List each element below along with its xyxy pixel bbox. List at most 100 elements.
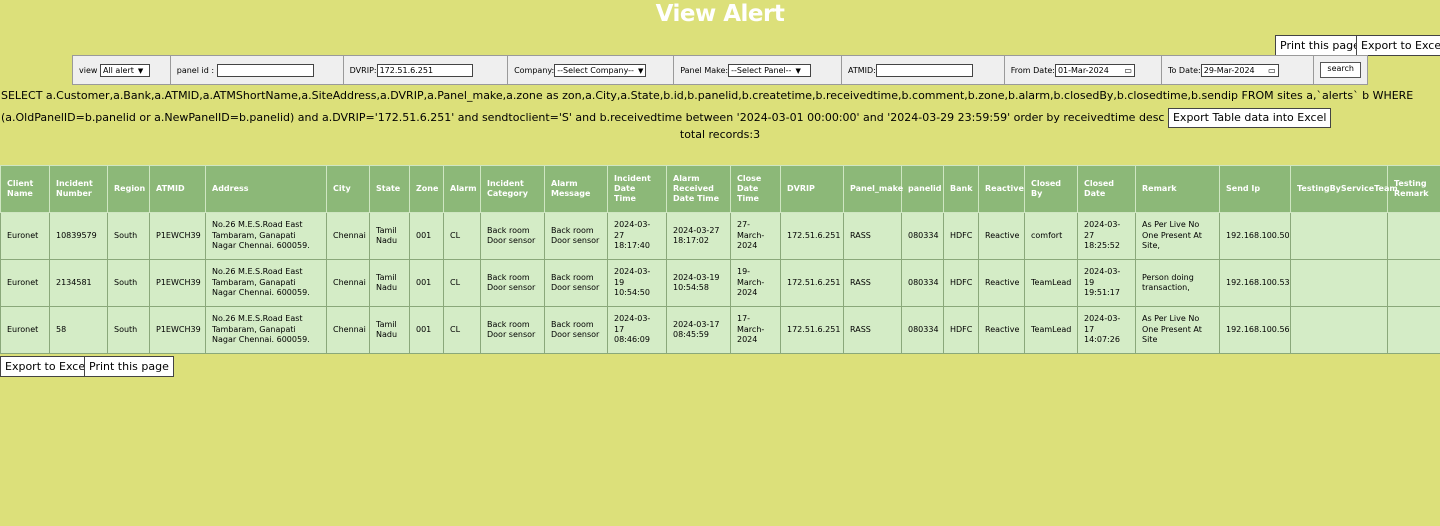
table-cell: RASS <box>843 259 902 307</box>
view-select[interactable]: All alert ▼ <box>99 63 150 77</box>
table-cell: Reactive <box>978 306 1025 354</box>
from-date-label: From Date: <box>1010 65 1055 75</box>
table-row: Euronet 58 South P1EWCH39 No.26 M.E.S.Road E… <box>0 306 1440 354</box>
table-cell: RASS <box>843 212 902 260</box>
table-cell: 27-March-2024 <box>730 212 781 260</box>
table-cell: HDFC <box>943 259 979 307</box>
column-header: Zone <box>409 165 444 213</box>
table-cell: Tamil Nadu <box>369 259 410 307</box>
column-header: Closed By <box>1024 165 1078 213</box>
page-title: View Alert <box>655 1 785 27</box>
table-cell: CL <box>443 306 481 354</box>
table-cell: TeamLead <box>1024 306 1078 354</box>
export-excel-button-bottom[interactable]: Export to Excel <box>0 356 94 377</box>
export-table-button[interactable]: Export Table data into Excel <box>1167 108 1332 128</box>
table-cell: Back room Door sensor <box>480 306 545 354</box>
table-cell <box>1290 306 1388 354</box>
table-cell: 10839579 <box>49 212 108 260</box>
from-date-input[interactable]: 01-Mar-2024 ▭ <box>1054 63 1135 77</box>
column-header: Send Ip <box>1219 165 1291 213</box>
table-cell: 172.51.6.251 <box>780 212 844 260</box>
panel-id-filter-cell: panel id : <box>169 55 344 85</box>
search-button[interactable]: search <box>1320 62 1361 78</box>
company-select[interactable]: --Select Company-- ▼ <box>554 63 647 77</box>
dvrip-label: DVRIP: <box>349 65 377 75</box>
table-cell: No.26 M.E.S.Road East Tambaram, Ganapati… <box>205 259 327 307</box>
calendar-icon[interactable]: ▭ <box>1124 65 1132 76</box>
to-date-input[interactable]: 29-Mar-2024 ▭ <box>1200 63 1279 77</box>
table-cell: Tamil Nadu <box>369 212 410 260</box>
table-cell: Tamil Nadu <box>369 306 410 354</box>
column-header: Incident Number <box>49 165 108 213</box>
table-cell: Back room Door sensor <box>480 259 545 307</box>
table-cell: As Per Live No One Present At Site, <box>1135 212 1220 260</box>
calendar-icon[interactable]: ▭ <box>1268 65 1276 76</box>
table-cell <box>1387 259 1440 307</box>
table-row: Euronet 10839579 South P1EWCH39 No.26 M.E.S.… <box>0 212 1440 260</box>
table-cell: 080334 <box>901 306 944 354</box>
column-header: Closed Date <box>1077 165 1136 213</box>
table-cell: As Per Live No One Present At Site <box>1135 306 1220 354</box>
table-cell <box>1290 212 1388 260</box>
table-cell: 172.51.6.251 <box>780 259 844 307</box>
panel-id-label: panel id : <box>176 65 215 75</box>
print-page-button-top[interactable]: Print this page <box>1275 35 1365 56</box>
to-date-label: To Date: <box>1167 65 1201 75</box>
search-cell: search <box>1313 55 1368 85</box>
table-cell: CL <box>443 212 481 260</box>
table-cell: 2024-03-17 08:46:09 <box>607 306 667 354</box>
table-cell <box>1290 259 1388 307</box>
table-cell: 2024-03-17 08:45:59 <box>666 306 731 354</box>
view-filter-cell: view All alert ▼ <box>72 55 171 85</box>
table-cell: Euronet <box>0 259 50 307</box>
dvrip-input[interactable]: 172.51.6.251 <box>376 63 473 77</box>
column-header: Reactive <box>978 165 1025 213</box>
panel-make-label: Panel Make: <box>680 65 729 75</box>
chevron-down-icon: ▼ <box>795 66 801 75</box>
atmid-input[interactable] <box>875 63 973 77</box>
table-cell: CL <box>443 259 481 307</box>
table-cell: P1EWCH39 <box>149 259 206 307</box>
table-cell: 19-March-2024 <box>730 259 781 307</box>
table-cell: 172.51.6.251 <box>780 306 844 354</box>
column-header: Alarm Received Date Time <box>666 165 731 213</box>
view-label: view <box>79 65 98 75</box>
table-cell: Back room Door sensor <box>544 259 608 307</box>
table-cell: Euronet <box>0 212 50 260</box>
table-cell: Reactive <box>978 259 1025 307</box>
table-cell: No.26 M.E.S.Road East Tambaram, Ganapati… <box>205 306 327 354</box>
column-header: Remark <box>1135 165 1220 213</box>
table-cell: 080334 <box>901 259 944 307</box>
dvrip-filter-cell: DVRIP: 172.51.6.251 <box>342 55 509 85</box>
table-cell: 192.168.100.53 <box>1219 259 1291 307</box>
company-label: Company: <box>514 65 555 75</box>
column-header: Alarm <box>443 165 481 213</box>
column-header: Testing Remark <box>1387 165 1440 213</box>
table-cell: P1EWCH39 <box>149 306 206 354</box>
panel-make-select[interactable]: --Select Panel-- ▼ <box>728 63 812 77</box>
print-page-button-bottom[interactable]: Print this page <box>84 356 174 377</box>
table-cell: 192.168.100.56 <box>1219 306 1291 354</box>
table-cell: 2024-03-19 10:54:50 <box>607 259 667 307</box>
atmid-filter-cell: ATMID: <box>841 55 1005 85</box>
alerts-table: Client Name Incident Number Region ATMID Add… <box>0 165 1440 354</box>
table-cell: 2024-03-27 18:17:02 <box>666 212 731 260</box>
table-cell: 2024-03-19 10:54:58 <box>666 259 731 307</box>
export-excel-button-top[interactable]: Export to Excel <box>1356 35 1440 56</box>
from-date-filter-cell: From Date: 01-Mar-2024 ▭ <box>1003 55 1162 85</box>
table-cell: 58 <box>49 306 108 354</box>
column-header: Bank <box>943 165 979 213</box>
panel-id-input[interactable] <box>216 63 314 77</box>
column-header: City <box>326 165 370 213</box>
table-row: Euronet 2134581 South P1EWCH39 No.26 M.E.S.R… <box>0 259 1440 307</box>
table-cell: HDFC <box>943 306 979 354</box>
table-cell: comfort <box>1024 212 1078 260</box>
column-header: TestingByServiceTeam <box>1290 165 1398 213</box>
sql-query-block: SELECT a.Customer,a.Bank,a.ATMID,a.ATMSh… <box>1 85 1437 129</box>
table-cell: TeamLead <box>1024 259 1078 307</box>
atmid-label: ATMID: <box>848 65 876 75</box>
column-header: Close Date Time <box>730 165 781 213</box>
table-body: Euronet 10839579 South P1EWCH39 No.26 M.E.S.… <box>0 212 1440 354</box>
table-cell: Back room Door sensor <box>544 306 608 354</box>
table-cell: South <box>107 306 150 354</box>
